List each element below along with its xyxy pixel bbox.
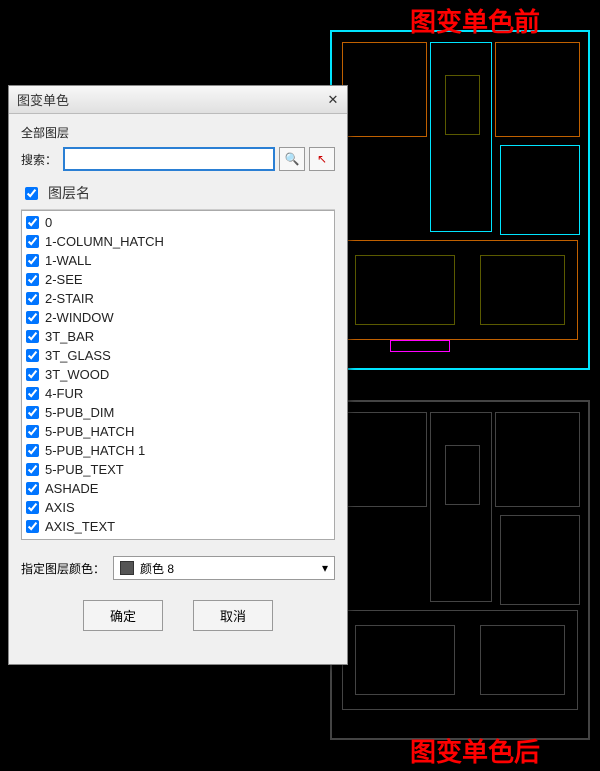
layer-name: 3T_GLASS [45, 348, 111, 363]
annotation-before: 图变单色前 [410, 2, 540, 39]
layer-list-header: 图层名 [21, 177, 335, 210]
annotation-after: 图变单色后 [410, 732, 540, 769]
layer-item[interactable]: 5-PUB_HATCH [26, 422, 330, 441]
layer-checkbox[interactable] [26, 216, 39, 229]
layer-name: 3T_BAR [45, 329, 94, 344]
floorplan-after [330, 400, 590, 740]
layer-checkbox[interactable] [26, 425, 39, 438]
close-button[interactable]: ✕ [323, 91, 343, 109]
dialog-layer-color: 图变单色 ✕ 全部图层 搜索： 🔍 ↖ 图层名 0 1-COLUMN_HATCH 1… [8, 85, 348, 665]
layer-item[interactable]: 5-PUB_TEXT [26, 460, 330, 479]
select-all-checkbox[interactable] [25, 187, 38, 200]
layer-item[interactable]: 0 [26, 213, 330, 232]
color-dropdown[interactable]: 颜色 8 ▾ [113, 556, 335, 580]
layer-name: AXIS [45, 500, 75, 515]
layer-checkbox[interactable] [26, 444, 39, 457]
layer-item[interactable]: 5-PUB_HATCH 1 [26, 441, 330, 460]
layer-item[interactable]: ASHADE [26, 479, 330, 498]
layer-item[interactable]: AXIS_TEXT [26, 517, 330, 536]
layer-name: 2-WINDOW [45, 310, 114, 325]
cancel-button[interactable]: 取消 [193, 600, 273, 631]
all-layers-label: 全部图层 [21, 124, 69, 141]
layer-checkbox[interactable] [26, 330, 39, 343]
header-col-name: 图层名 [48, 183, 90, 203]
dialog-title-text: 图变单色 [17, 90, 69, 109]
layer-item[interactable]: 5-PUB_DIM [26, 403, 330, 422]
layer-item[interactable]: 2-SEE [26, 270, 330, 289]
dialog-titlebar: 图变单色 ✕ [9, 86, 347, 114]
color-label: 指定图层颜色： [21, 560, 105, 577]
layer-checkbox[interactable] [26, 254, 39, 267]
layer-checkbox[interactable] [26, 273, 39, 286]
layer-name: 1-COLUMN_HATCH [45, 234, 164, 249]
layer-checkbox[interactable] [26, 349, 39, 362]
layer-name: 2-SEE [45, 272, 83, 287]
layer-checkbox[interactable] [26, 235, 39, 248]
layer-name: ASHADE [45, 481, 98, 496]
search-button[interactable]: 🔍 [279, 147, 305, 171]
layer-item[interactable]: AXIS [26, 498, 330, 517]
layer-name: 3T_WOOD [45, 367, 109, 382]
search-icon: 🔍 [285, 152, 300, 166]
layer-item[interactable]: 1-COLUMN_HATCH [26, 232, 330, 251]
color-swatch [120, 561, 134, 575]
close-icon: ✕ [328, 92, 339, 108]
layer-name: 1-WALL [45, 253, 91, 268]
layer-name: 5-PUB_DIM [45, 405, 114, 420]
layer-checkbox[interactable] [26, 406, 39, 419]
chevron-down-icon: ▾ [322, 561, 328, 575]
layer-list[interactable]: 0 1-COLUMN_HATCH 1-WALL 2-SEE 2-STAIR 2-WINDO… [21, 210, 335, 540]
layer-name: 4-FUR [45, 386, 83, 401]
layer-name: 0 [45, 215, 52, 230]
search-label: 搜索： [21, 151, 57, 168]
layer-checkbox[interactable] [26, 387, 39, 400]
layer-name: 5-PUB_HATCH 1 [45, 443, 145, 458]
layer-item[interactable]: 4-FUR [26, 384, 330, 403]
layer-item[interactable]: 2-WINDOW [26, 308, 330, 327]
layer-item[interactable]: 2-STAIR [26, 289, 330, 308]
floorplan-before [330, 30, 590, 370]
layer-name: AXIS_TEXT [45, 519, 115, 534]
layer-checkbox[interactable] [26, 501, 39, 514]
layer-checkbox[interactable] [26, 520, 39, 533]
layer-name: 5-PUB_HATCH [45, 424, 134, 439]
layer-checkbox[interactable] [26, 482, 39, 495]
pick-icon: ↖ [317, 152, 327, 166]
layer-checkbox[interactable] [26, 368, 39, 381]
layer-item[interactable]: 3T_BAR [26, 327, 330, 346]
layer-checkbox[interactable] [26, 463, 39, 476]
layer-checkbox[interactable] [26, 292, 39, 305]
layer-item[interactable]: 3T_GLASS [26, 346, 330, 365]
pick-entity-button[interactable]: ↖ [309, 147, 335, 171]
color-name: 颜色 8 [140, 560, 174, 577]
search-input[interactable] [63, 147, 275, 171]
layer-checkbox[interactable] [26, 311, 39, 324]
ok-button[interactable]: 确定 [83, 600, 163, 631]
layer-item[interactable]: 1-WALL [26, 251, 330, 270]
layer-item[interactable]: 3T_WOOD [26, 365, 330, 384]
layer-name: 5-PUB_TEXT [45, 462, 124, 477]
layer-name: 2-STAIR [45, 291, 94, 306]
